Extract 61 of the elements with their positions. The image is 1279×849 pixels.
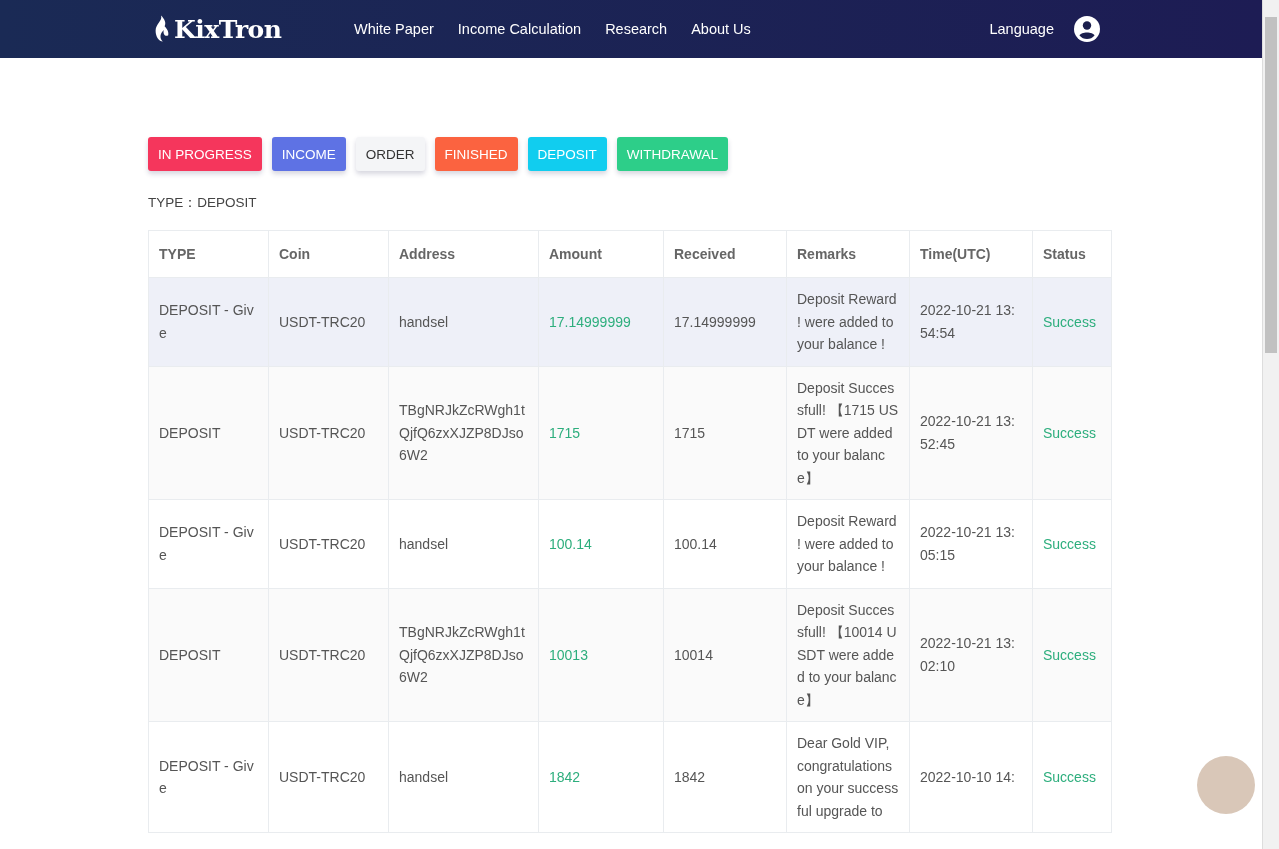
cell-text: DEPOSIT - Give	[159, 302, 254, 341]
cell-text: USDT-TRC20	[279, 768, 366, 785]
cell-text: TBgNRJkZcRWgh1tQjfQ6zxXJZP8DJso6W2	[399, 402, 525, 463]
nav-link[interactable]: White Paper	[354, 21, 434, 37]
column-header: Amount	[538, 230, 664, 278]
column-header: Time(UTC)	[909, 230, 1033, 278]
cell-text: 2022-10-21 13:02:10	[920, 635, 1015, 674]
column-header: Status	[1032, 230, 1112, 278]
status-text: Success	[1043, 646, 1096, 663]
status-text: Success	[1043, 424, 1096, 441]
highlighted-row[interactable]: DEPOSIT - Give USDT-TRC20 handsel 17.14999999 17.14999999 Deposit Reward ! were added to your balance ! 2022-10-21 13:54:54 Success	[148, 277, 1112, 366]
cell-text: 2022-10-21 13:05:15	[920, 524, 1015, 563]
language-link[interactable]: Language	[989, 21, 1054, 37]
column-header: Received	[663, 230, 787, 278]
user-account-icon[interactable]	[1074, 16, 1100, 42]
status-text: Success	[1043, 535, 1096, 552]
cell-text: 100.14	[674, 535, 717, 552]
filter-button[interactable]: IN PROGRESS	[148, 137, 262, 171]
nav-link[interactable]: Research	[605, 21, 668, 37]
cell-text: 2022-10-10 14:	[920, 768, 1015, 785]
status-text: Success	[1043, 313, 1096, 330]
column-header: Coin	[268, 230, 389, 278]
cell-text: 17.14999999	[674, 313, 756, 330]
cell-text: DEPOSIT - Give	[159, 524, 254, 563]
column-header: Address	[388, 230, 539, 278]
cell-text: Deposit Reward ! were added to your balance !	[797, 291, 897, 352]
cell-text: USDT-TRC20	[279, 313, 366, 330]
cell-text: 10014	[674, 646, 713, 663]
type-label: TYPE：DEPOSIT	[148, 194, 258, 212]
cell-text: Deposit Reward ! were added to your balance !	[797, 513, 897, 574]
status-text: Success	[1043, 768, 1096, 785]
column-header: TYPE	[148, 230, 269, 278]
amount-text: 17.14999999	[549, 313, 631, 330]
cell-text: 1715	[674, 424, 706, 441]
filter-button[interactable]: ORDER	[355, 137, 425, 171]
nav-link[interactable]: Income Calculation	[457, 21, 582, 37]
cell-text: USDT-TRC20	[279, 535, 366, 552]
cell-text: USDT-TRC20	[279, 424, 366, 441]
logo-text[interactable]: KixTron	[174, 14, 282, 44]
column-header: Remarks	[786, 230, 910, 278]
nav-link[interactable]: About Us	[691, 21, 751, 37]
cell-text: Deposit Successfull! 【1715 USDT were added to your balance】	[797, 379, 899, 486]
cell-text: DEPOSIT - Give	[159, 757, 254, 796]
filter-button[interactable]: INCOME	[271, 137, 346, 171]
cell-text: handsel	[399, 768, 449, 785]
cell-text: Dear Gold VIP, congratulations on your successful upgrade to	[797, 735, 899, 819]
cell-text: TBgNRJkZcRWgh1tQjfQ6zxXJZP8DJso6W2	[399, 624, 525, 685]
amount-text: 1715	[549, 424, 581, 441]
cell-text: 2022-10-21 13:54:54	[920, 302, 1015, 341]
cell-text: handsel	[399, 313, 449, 330]
amount-text: 1842	[549, 768, 581, 785]
amount-text: 100.14	[549, 535, 592, 552]
cell-text: 2022-10-21 13:52:45	[920, 413, 1015, 452]
cell-text: DEPOSIT	[159, 646, 221, 663]
cell-text: 1842	[674, 768, 706, 785]
cell-text: handsel	[399, 535, 449, 552]
scrollbar[interactable]	[1262, 0, 1279, 849]
cell-text: DEPOSIT	[159, 424, 221, 441]
cell-text: USDT-TRC20	[279, 646, 366, 663]
cell-text: Deposit Successfull! 【10014 USDT were added to your balance】	[797, 601, 897, 708]
amount-text: 10013	[549, 646, 588, 663]
